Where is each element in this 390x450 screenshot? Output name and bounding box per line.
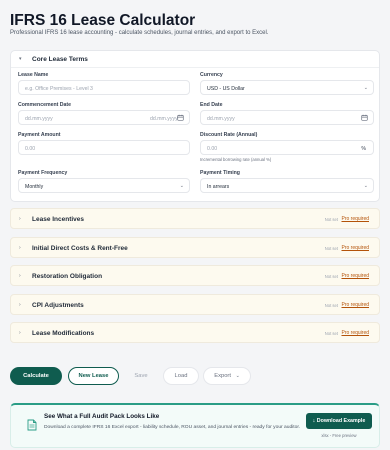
chevron-down-icon: ⌄	[235, 373, 240, 379]
lease-name-input[interactable]: e.g. Office Premises - Level 3	[18, 80, 190, 95]
chevron-right-icon: ›	[19, 273, 21, 279]
discount-rate-placeholder: 0.00	[207, 145, 218, 152]
payment-frequency-value: Monthly	[25, 183, 44, 190]
section-lease-incentives[interactable]: › Lease Incentives Not set Pro required	[10, 208, 380, 229]
payment-timing-label: Payment Timing	[200, 170, 240, 176]
currency-value: USD - US Dollar	[207, 85, 245, 92]
new-lease-button[interactable]: New Lease	[68, 367, 119, 385]
calendar-icon[interactable]	[361, 114, 368, 121]
commencement-date-placeholder: dd.mm.yyyy	[25, 115, 53, 122]
chevron-right-icon: ›	[19, 245, 21, 251]
payment-amount-placeholder: 0.00	[25, 145, 36, 152]
document-icon	[27, 419, 37, 431]
section-title: Lease Incentives	[32, 216, 85, 223]
chevron-down-icon: ▾	[19, 56, 22, 62]
load-button[interactable]: Load	[163, 367, 199, 385]
status-badge: Not set	[324, 216, 338, 222]
status-badge: Not set	[324, 330, 338, 336]
discount-rate-hint: Incremental borrowing rate (annual %)	[200, 157, 272, 162]
payment-amount-input[interactable]: 0.00	[18, 140, 190, 155]
lease-name-label: Lease Name	[18, 72, 49, 78]
section-restoration-obligation[interactable]: › Restoration Obligation Not set Pro req…	[10, 265, 380, 286]
pro-required-link[interactable]: Pro required	[341, 330, 369, 336]
payment-amount-label: Payment Amount	[18, 132, 61, 138]
chevron-down-icon: ⌄	[363, 182, 368, 189]
payment-timing-value: In arrears	[207, 183, 230, 190]
pro-required-link[interactable]: Pro required	[341, 216, 369, 222]
audit-pack-promo: See What a Full Audit Pack Looks Like Do…	[10, 403, 380, 448]
commencement-date-label: Commencement Date	[18, 102, 72, 108]
currency-select[interactable]: USD - US Dollar ⌄	[200, 80, 374, 95]
calculate-button[interactable]: Calculate	[10, 367, 62, 385]
download-example-label: Download Example	[316, 418, 366, 424]
pro-required-link[interactable]: Pro required	[341, 273, 369, 279]
discount-rate-input[interactable]: 0.00 %	[200, 140, 374, 155]
section-title: Initial Direct Costs & Rent-Free	[32, 245, 128, 252]
promo-title: See What a Full Audit Pack Looks Like	[44, 413, 160, 420]
chevron-down-icon: ⌄	[363, 84, 368, 91]
status-badge: Not set	[324, 245, 338, 251]
download-example-button[interactable]: ↓ Download Example	[306, 413, 372, 429]
page-title: IFRS 16 Lease Calculator	[10, 12, 196, 29]
export-button[interactable]: Export ⌄	[203, 367, 251, 385]
chevron-right-icon: ›	[19, 302, 21, 308]
status-badge: Not set	[324, 273, 338, 279]
chevron-right-icon: ›	[19, 330, 21, 336]
end-date-label: End Date	[200, 102, 223, 108]
currency-label: Currency	[200, 72, 223, 78]
section-title: Lease Modifications	[32, 330, 95, 337]
discount-rate-label: Discount Rate (Annual)	[200, 132, 258, 138]
lease-calculator-page: IFRS 16 Lease Calculator Professional IF…	[0, 0, 390, 450]
payment-frequency-select[interactable]: Monthly ⌄	[18, 178, 190, 193]
payment-frequency-label: Payment Frequency	[18, 170, 68, 176]
promo-body: Download a complete IFRS 16 Excel export…	[44, 425, 301, 430]
save-button[interactable]: Save	[125, 367, 157, 385]
commencement-date-placeholder-secondary: dd.mm.yyyy	[150, 115, 178, 122]
end-date-input[interactable]: dd.mm.yyyy	[200, 110, 374, 125]
export-label: Export	[214, 373, 231, 379]
pro-required-link[interactable]: Pro required	[341, 245, 369, 251]
chevron-down-icon: ⌄	[179, 182, 184, 189]
section-title: Restoration Obligation	[32, 273, 103, 280]
percent-suffix: %	[361, 145, 366, 152]
core-lease-terms-header[interactable]: ▾ Core Lease Terms	[11, 51, 379, 68]
download-example-subtext: xlsx - Free preview	[321, 433, 357, 438]
chevron-right-icon: ›	[19, 216, 21, 222]
status-badge: Not set	[324, 302, 338, 308]
calendar-icon[interactable]	[177, 114, 184, 121]
section-cpi-adjustments[interactable]: › CPI Adjustments Not set Pro required	[10, 294, 380, 315]
end-date-placeholder: dd.mm.yyyy	[207, 115, 235, 122]
pro-required-link[interactable]: Pro required	[341, 302, 369, 308]
lease-name-placeholder: e.g. Office Premises - Level 3	[25, 85, 93, 92]
commencement-date-input[interactable]: dd.mm.yyyy dd.mm.yyyy	[18, 110, 190, 125]
section-title: CPI Adjustments	[32, 302, 84, 309]
page-subtitle: Professional IFRS 16 lease accounting - …	[10, 30, 269, 36]
section-lease-modifications[interactable]: › Lease Modifications Not set Pro requir…	[10, 322, 380, 343]
section-title: Core Lease Terms	[32, 56, 88, 63]
section-initial-direct-costs[interactable]: › Initial Direct Costs & Rent-Free Not s…	[10, 237, 380, 258]
payment-timing-select[interactable]: In arrears ⌄	[200, 178, 374, 193]
core-lease-terms-card: ▾ Core Lease Terms Lease Name e.g. Offic…	[10, 50, 380, 202]
